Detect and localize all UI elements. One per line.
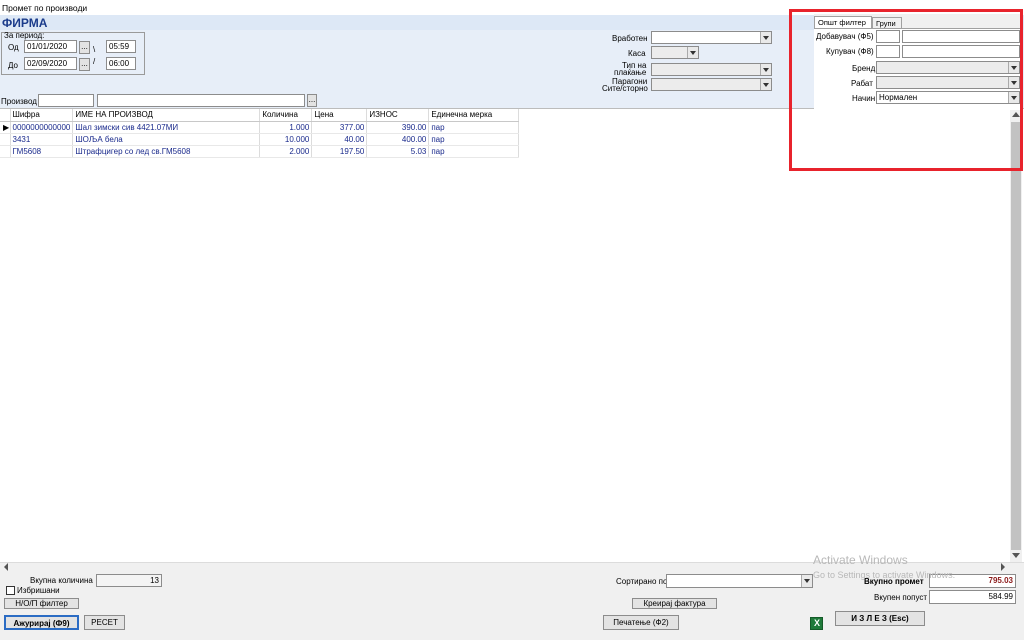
products-grid: Шифра ИМЕ НА ПРОИЗВОД Количина Цена ИЗНО… <box>0 108 1024 573</box>
update-button[interactable]: Ажурирај (Ф9) <box>4 615 79 630</box>
from-date-input[interactable]: 01/01/2020 <box>24 40 77 53</box>
vertical-scrollbar-thumb[interactable] <box>1011 122 1021 550</box>
nop-filter-button[interactable]: Н/О/П филтер <box>4 598 79 609</box>
sort-select[interactable] <box>666 574 813 588</box>
from-date-picker-button[interactable]: ... <box>79 41 90 54</box>
bottom-toolbar: Вкупна количина 13 Избришани Н/О/П филте… <box>0 573 1024 640</box>
cell-code[interactable]: 3431 <box>10 133 74 146</box>
scroll-left-icon[interactable] <box>4 563 8 571</box>
cash-select[interactable] <box>651 46 699 59</box>
exit-button[interactable]: И З Л Е З (Esc) <box>835 611 925 626</box>
period-label: За период: <box>4 31 45 40</box>
to-date-input[interactable]: 02/09/2020 <box>24 57 77 70</box>
receipts-label-2: Сите/сторно <box>602 84 648 93</box>
product-name-input[interactable] <box>97 94 305 107</box>
products-table: Шифра ИМЕ НА ПРОИЗВОД Количина Цена ИЗНО… <box>0 109 520 158</box>
table-header-row: Шифра ИМЕ НА ПРОИЗВОД Количина Цена ИЗНО… <box>0 109 520 122</box>
cell-name[interactable]: ШОЉА бела <box>72 133 261 146</box>
excel-export-icon[interactable] <box>810 617 823 630</box>
product-code-input[interactable] <box>38 94 94 107</box>
cell-amount[interactable]: 390.00 <box>366 121 430 134</box>
chevron-down-icon <box>687 47 698 58</box>
window-title: Промет по производи <box>2 3 88 13</box>
cell-price[interactable]: 40.00 <box>311 133 368 146</box>
deleted-label: Избришани <box>17 586 60 595</box>
cell-unit[interactable]: пар <box>428 121 520 134</box>
cash-label: Каса <box>628 49 646 58</box>
cell-quantity[interactable]: 2.000 <box>259 145 313 158</box>
period-group: За период: Од 01/01/2020 ... \ 05:59 До … <box>1 31 145 75</box>
to-label: До <box>8 61 18 70</box>
cell-code[interactable]: 0000000000000 <box>10 121 74 134</box>
column-header-unit[interactable]: Единечна мерка <box>428 109 520 122</box>
separator-icon: / <box>93 57 96 66</box>
highlight-box <box>789 9 1023 171</box>
chevron-down-icon <box>760 32 771 43</box>
employee-select[interactable] <box>651 31 772 44</box>
total-discount-label: Вкупен попуст <box>874 593 928 602</box>
total-quantity-value: 13 <box>96 574 162 587</box>
scroll-right-icon[interactable] <box>1001 563 1005 571</box>
column-header-name[interactable]: ИМЕ НА ПРОИЗВОД <box>72 109 261 122</box>
from-label: Од <box>8 43 19 52</box>
payment-type-select[interactable] <box>651 63 772 76</box>
employee-label: Вработен <box>612 34 648 43</box>
product-picker-button[interactable]: ... <box>307 94 317 107</box>
company-name: ФИРМА <box>2 16 48 30</box>
activation-watermark-subtitle: Go to Settings to activate Windows. <box>813 570 956 580</box>
cell-quantity[interactable]: 1.000 <box>259 121 313 134</box>
scroll-down-icon[interactable] <box>1012 553 1020 558</box>
print-button[interactable]: Печатење (Ф2) <box>603 615 679 630</box>
row-indicator-header <box>0 109 11 122</box>
column-header-price[interactable]: Цена <box>311 109 368 122</box>
cell-unit[interactable]: пар <box>428 133 520 146</box>
table-row[interactable]: 3431 ШОЉА бела 10.000 40.00 400.00 пар <box>0 133 520 146</box>
cell-unit[interactable]: пар <box>428 145 520 158</box>
from-time-input[interactable]: 05:59 <box>106 40 136 53</box>
payment-label-2: плаќање <box>614 68 647 77</box>
cell-price[interactable]: 197.50 <box>311 145 368 158</box>
chevron-down-icon <box>801 575 812 587</box>
cell-amount[interactable]: 400.00 <box>366 133 430 146</box>
total-discount-value: 584.99 <box>929 590 1016 604</box>
total-quantity-label: Вкупна количина <box>30 576 93 585</box>
row-indicator <box>0 145 11 158</box>
table-row[interactable]: ГМ5608 Штрафцигер со лед св.ГМ5608 2.000… <box>0 145 520 158</box>
cell-name[interactable]: Шал зимски сив 4421.07МИ <box>72 121 261 134</box>
chevron-down-icon <box>760 79 771 90</box>
sort-label: Сортирано по <box>616 577 668 586</box>
row-indicator <box>0 133 11 146</box>
deleted-checkbox[interactable] <box>6 586 15 595</box>
create-invoice-button[interactable]: Креирај фактура <box>632 598 717 609</box>
cell-quantity[interactable]: 10.000 <box>259 133 313 146</box>
cell-code[interactable]: ГМ5608 <box>10 145 74 158</box>
column-header-amount[interactable]: ИЗНОС <box>366 109 430 122</box>
to-date-picker-button[interactable]: ... <box>79 58 90 71</box>
receipts-select[interactable] <box>651 78 772 91</box>
current-row-arrow-icon: ▶ <box>0 121 11 134</box>
column-header-quantity[interactable]: Количина <box>259 109 313 122</box>
chevron-down-icon <box>760 64 771 75</box>
cell-amount[interactable]: 5.03 <box>366 145 430 158</box>
product-label: Производ <box>1 97 37 106</box>
column-header-code[interactable]: Шифра <box>10 109 74 122</box>
separator-icon: \ <box>93 45 96 54</box>
activation-watermark-title: Activate Windows <box>813 553 908 567</box>
reset-button[interactable]: РЕСЕТ <box>84 615 125 630</box>
to-time-input[interactable]: 06:00 <box>106 57 136 70</box>
cell-price[interactable]: 377.00 <box>311 121 368 134</box>
cell-name[interactable]: Штрафцигер со лед св.ГМ5608 <box>72 145 261 158</box>
table-row[interactable]: ▶ 0000000000000 Шал зимски сив 4421.07МИ… <box>0 121 520 134</box>
